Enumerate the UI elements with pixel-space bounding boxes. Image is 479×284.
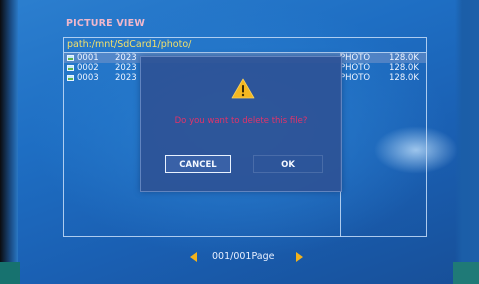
file-date: 2023	[115, 53, 137, 63]
file-date: 2023	[115, 73, 137, 83]
cancel-button[interactable]: CANCEL	[165, 155, 231, 173]
arrow-left-icon[interactable]	[190, 252, 197, 262]
page-title: PICTURE VIEW	[66, 18, 146, 29]
file-type: PHOTO	[340, 73, 371, 83]
bezel-right	[455, 0, 479, 284]
file-number: 0002	[77, 63, 99, 73]
bezel-right-bottom	[453, 262, 479, 284]
file-number: 0003	[77, 73, 99, 83]
arrow-right-icon[interactable]	[296, 252, 303, 262]
file-type: PHOTO	[340, 63, 371, 73]
image-file-icon	[67, 55, 74, 61]
image-file-icon	[67, 75, 74, 81]
dialog-message: Do you want to delete this file?	[174, 116, 308, 126]
page-indicator: 001/001Page	[212, 251, 275, 262]
path-text: path:/mnt/SdCard1/photo/	[67, 39, 192, 50]
file-size: 128.0K	[389, 63, 419, 73]
image-file-icon	[67, 65, 74, 71]
ok-button[interactable]: OK	[253, 155, 323, 173]
file-type: PHOTO	[340, 53, 371, 63]
file-size: 128.0K	[389, 53, 419, 63]
file-size: 128.0K	[389, 73, 419, 83]
delete-confirm-dialog: Do you want to delete this file? CANCEL …	[140, 56, 342, 192]
bezel-left-bottom	[0, 262, 20, 284]
file-number: 0001	[77, 53, 99, 63]
path-bar: path:/mnt/SdCard1/photo/	[64, 38, 426, 53]
warning-icon	[231, 78, 255, 99]
bezel-left	[0, 0, 18, 284]
file-date: 2023	[115, 63, 137, 73]
